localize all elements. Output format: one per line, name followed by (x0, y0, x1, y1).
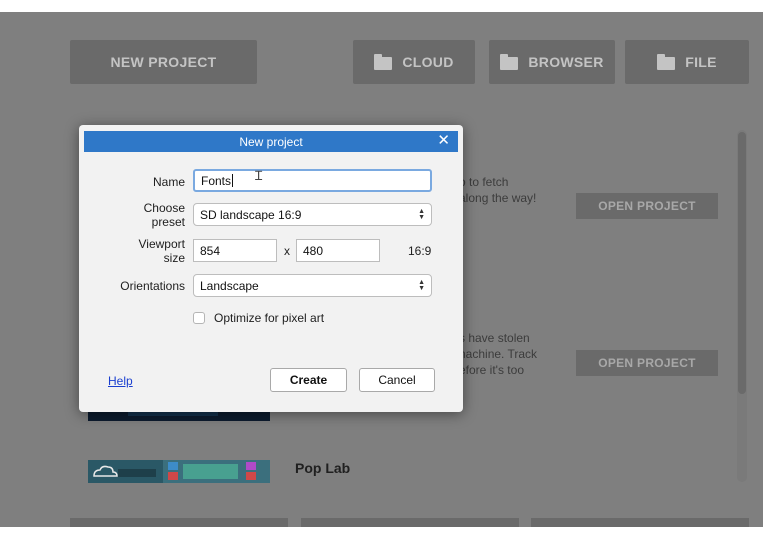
select-arrows-icon: ▲ ▼ (418, 207, 425, 221)
aspect-ratio-label: 16:9 (408, 244, 432, 258)
new-project-dialog: New project ✕ Name Fonts Ɪ Choose preset… (79, 125, 463, 412)
project-card[interactable] (70, 518, 288, 527)
dialog-title-bar: New project ✕ (84, 131, 458, 152)
orientations-value: Landscape (200, 278, 259, 293)
browser-label: BROWSER (528, 54, 604, 70)
file-button[interactable]: FILE (625, 40, 749, 84)
orientations-select[interactable]: Landscape ▲ ▼ (193, 274, 432, 297)
project-description: s have stolen nachine. Track efore it's … (459, 331, 538, 377)
pop-lab-image (88, 460, 270, 483)
project-description: o to fetch along the way! (459, 175, 537, 205)
cancel-label: Cancel (378, 373, 416, 387)
cloud-label: CLOUD (402, 54, 454, 70)
viewport-width-value: 854 (200, 243, 221, 258)
file-label: FILE (685, 54, 717, 70)
project-card[interactable] (531, 518, 749, 527)
open-project-label: OPEN PROJECT (598, 199, 696, 213)
open-project-label: OPEN PROJECT (598, 356, 696, 370)
new-project-label: NEW PROJECT (110, 54, 217, 70)
folder-icon (374, 53, 393, 70)
name-input[interactable]: Fonts (193, 169, 432, 192)
folder-icon (500, 53, 519, 70)
pixel-art-checkbox[interactable] (193, 312, 205, 324)
project-manager: NEW PROJECT CLOUD BROWSER FILE o to fetc… (0, 12, 763, 527)
pixel-art-label: Optimize for pixel art (214, 311, 325, 325)
preset-label: Choose preset (143, 201, 185, 229)
project-card[interactable] (301, 518, 519, 527)
open-project-button[interactable]: OPEN PROJECT (576, 193, 718, 219)
cloud-button[interactable]: CLOUD (353, 40, 475, 84)
viewport-separator: x (284, 244, 290, 258)
name-value: Fonts (201, 173, 232, 188)
viewport-height-input[interactable]: 480 (296, 239, 380, 262)
viewport-height-value: 480 (303, 243, 324, 258)
name-label: Name (152, 175, 185, 189)
viewport-label: Viewport size (138, 237, 185, 265)
close-icon[interactable]: ✕ (437, 133, 450, 149)
preset-select[interactable]: SD landscape 16:9 ▲ ▼ (193, 203, 432, 226)
scrollbar-thumb[interactable] (738, 132, 746, 394)
browser-button[interactable]: BROWSER (489, 40, 615, 84)
select-arrows-icon: ▲ ▼ (418, 278, 425, 292)
create-label: Create (289, 373, 328, 387)
new-project-button[interactable]: NEW PROJECT (70, 40, 257, 84)
folder-icon (657, 53, 676, 70)
help-link[interactable]: Help (108, 374, 133, 388)
create-button[interactable]: Create (270, 368, 347, 392)
preset-value: SD landscape 16:9 (200, 207, 302, 222)
cancel-button[interactable]: Cancel (359, 368, 435, 392)
dialog-title: New project (239, 134, 303, 149)
text-cursor-icon: Ɪ (255, 168, 263, 183)
project-title: Pop Lab (295, 460, 351, 476)
orientations-label: Orientations (120, 279, 185, 293)
pop-lab-thumbnail[interactable] (88, 460, 270, 483)
open-project-button[interactable]: OPEN PROJECT (576, 350, 718, 376)
viewport-width-input[interactable]: 854 (193, 239, 277, 262)
